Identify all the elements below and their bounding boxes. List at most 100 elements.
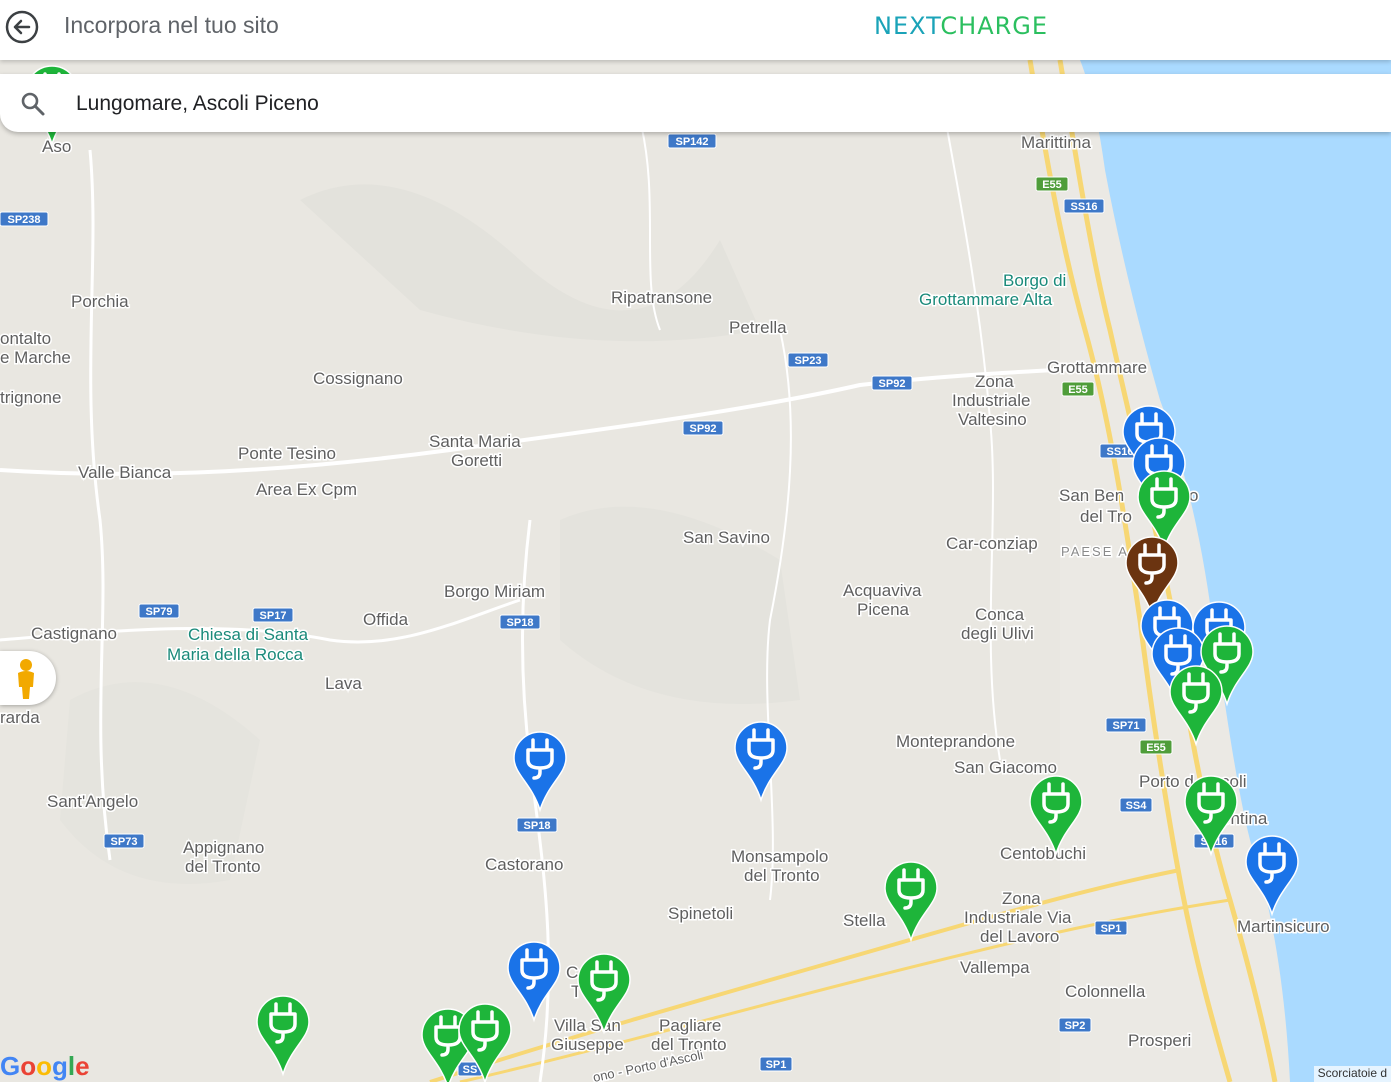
place-label: San Ben (1059, 486, 1124, 505)
place-label: Borgo di (1003, 271, 1066, 290)
road-shield: SS4 (1119, 797, 1153, 813)
road-shield-label: SP71 (1113, 720, 1140, 732)
map[interactable]: Aso MarittimaPorchia RipatransoneBorgo diG… (0, 0, 1391, 1082)
road-shield-label: SP142 (675, 136, 708, 148)
place-label: Prosperi (1128, 1031, 1191, 1050)
logo-charge: CHARGE (940, 12, 1049, 40)
road-shield-label: SP2 (1065, 1020, 1086, 1032)
place-label: Porchia (71, 292, 129, 311)
search-input[interactable] (74, 86, 1178, 122)
place-label: Borgo Miriam (444, 582, 545, 601)
road-shield: SP1 (759, 1056, 793, 1072)
place-label: degli Ulivi (961, 624, 1034, 643)
road-shield: E55 (1061, 381, 1095, 397)
place-label: del Tronto (744, 866, 820, 885)
road-shield-label: SP73 (111, 836, 138, 848)
keyboard-shortcuts-link[interactable]: Scorciatoie d (1313, 1066, 1391, 1082)
place-label: rarda (0, 708, 40, 727)
place-label: Spinetoli (668, 904, 733, 923)
google-logo-letter: g (52, 1051, 68, 1081)
place-label: del Tronto (185, 857, 261, 876)
place-label: Pagliare (659, 1016, 721, 1035)
place-label: C (566, 963, 578, 982)
road-shield-label: SP238 (7, 214, 40, 226)
place-label: Giuseppe (551, 1035, 624, 1054)
road-shield: SP92 (871, 375, 913, 391)
road-shield-label: SS16 (1071, 201, 1098, 213)
place-label: Goretti (451, 451, 502, 470)
place-label: Martinsicuro (1237, 917, 1330, 936)
place-label: San Savino (683, 528, 770, 547)
road-shield: SP18 (516, 817, 558, 833)
nextcharge-logo: NEXTCHARGE (874, 12, 1048, 40)
google-logo-letter: e (75, 1051, 90, 1081)
road-shield-label: E55 (1042, 179, 1062, 191)
place-label: Valtesino (958, 410, 1027, 429)
place-label: Castorano (485, 855, 563, 874)
place-label: trignone (0, 388, 61, 407)
logo-next: NEXT (874, 12, 941, 40)
place-label: Aso (42, 137, 71, 156)
place-label: Marittima (1021, 133, 1091, 152)
place-label: Cossignano (313, 369, 403, 388)
road-shield-label: SP1 (1101, 923, 1122, 935)
road-shield: SP238 (0, 211, 49, 227)
google-logo-letter: o (36, 1051, 53, 1081)
place-label: Stella (843, 911, 886, 930)
place-label: Zona (975, 372, 1014, 391)
road-shield: SS16 (1063, 198, 1105, 214)
place-label: Appignano (183, 838, 264, 857)
place-label: PAESE A (1061, 544, 1129, 559)
road-shield-label: SP23 (795, 355, 822, 367)
back-arrow-icon[interactable] (4, 9, 40, 45)
place-label: Grottammare (1047, 358, 1147, 377)
place-label: Chiesa di Santa (188, 625, 309, 644)
top-bar: Incorpora nel tuo sito NEXTCHARGE (0, 0, 1391, 60)
place-label: Car-conziap (946, 534, 1038, 553)
place-label: Offida (363, 610, 409, 629)
street-view-pegman-button[interactable] (0, 651, 56, 705)
road-shield-label: SP18 (524, 820, 551, 832)
place-label: Zona (1002, 889, 1041, 908)
place-label: Monsampolo (731, 847, 828, 866)
road-shield-label: SP92 (879, 378, 906, 390)
google-logo: Google (0, 1051, 90, 1082)
place-label: Sant'Angelo (47, 792, 138, 811)
road-shield: SP73 (103, 833, 145, 849)
place-label: Grottammare Alta (919, 290, 1053, 309)
pegman-icon (18, 659, 34, 699)
road-shield-label: SP92 (690, 423, 717, 435)
place-label: ontalto (0, 329, 51, 348)
place-label: Conca (975, 605, 1025, 624)
search-bar (0, 74, 1391, 132)
place-label: Industriale (952, 391, 1030, 410)
road-shield: SP23 (787, 352, 829, 368)
road-shield: SP18 (499, 614, 541, 630)
road-shield: SP2 (1058, 1017, 1092, 1033)
road-shield: SP17 (252, 607, 294, 623)
place-label: Valle Bianca (78, 463, 172, 482)
place-label: Ponte Tesino (238, 444, 336, 463)
search-icon[interactable] (20, 91, 46, 117)
road-shield-label: SP1 (766, 1059, 787, 1071)
place-label: Santa Maria (429, 432, 521, 451)
road-shield-label: E55 (1068, 384, 1088, 396)
place-label: Petrella (729, 318, 787, 337)
place-label: Lava (325, 674, 362, 693)
road-shield: SP1 (1094, 920, 1128, 936)
road-shield: E55 (1139, 739, 1173, 755)
place-label: e Marche (0, 348, 71, 367)
place-label: del Lavoro (980, 927, 1059, 946)
place-label: Vallempa (960, 958, 1030, 977)
road-shield: SP142 (667, 133, 717, 149)
road-shield-label: E55 (1146, 742, 1166, 754)
google-logo-letter: o (20, 1051, 37, 1081)
place-label: Maria della Rocca (167, 645, 304, 664)
road-shield-label: SS (463, 1064, 478, 1076)
place-label: Villa San (554, 1016, 621, 1035)
google-logo-letter: G (0, 1051, 21, 1081)
road-shield-label: SP18 (507, 617, 534, 629)
place-label: Acquaviva (843, 581, 922, 600)
place-label: Industriale Via (964, 908, 1072, 927)
road-shield: SP92 (682, 420, 724, 436)
